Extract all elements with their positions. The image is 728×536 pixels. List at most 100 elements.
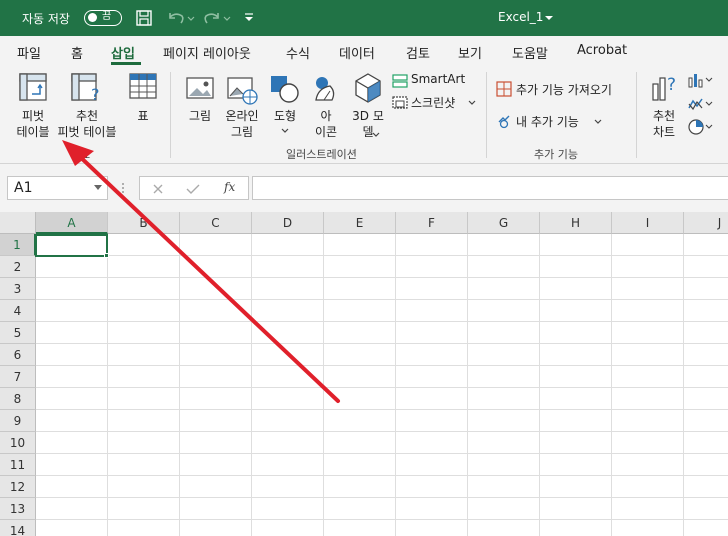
column-header-e[interactable]: E: [324, 212, 396, 234]
row-header-12[interactable]: 12: [0, 476, 36, 498]
column-header-d[interactable]: D: [252, 212, 324, 234]
smartart-label: SmartArt: [411, 72, 466, 86]
redo-icon[interactable]: [202, 10, 232, 26]
row-header-10[interactable]: 10: [0, 432, 36, 454]
title-dropdown-icon[interactable]: [544, 14, 554, 22]
column-header-b[interactable]: B: [108, 212, 180, 234]
autosave-toggle[interactable]: 끔: [84, 10, 122, 26]
tab-formulas[interactable]: 수식: [286, 43, 310, 62]
recommended-pivot-label-2: 피벗 테이블: [57, 125, 117, 139]
recommended-charts-label-1: 추천: [652, 109, 676, 123]
3d-models-button[interactable]: 3D 모 델: [346, 70, 390, 142]
row-header-3[interactable]: 3: [0, 278, 36, 300]
customize-qat-icon[interactable]: [243, 12, 255, 24]
row-header-1[interactable]: 1: [0, 234, 36, 256]
row-gridline: [36, 255, 728, 256]
recommended-pivot-button[interactable]: ? 추천 피벗 테이블: [54, 70, 120, 142]
3d-models-label-2: 델: [362, 125, 374, 139]
icons-gallery-icon: [315, 77, 335, 101]
row-header-4[interactable]: 4: [0, 300, 36, 322]
screenshot-button[interactable]: 스크린샷: [392, 94, 476, 112]
tab-view[interactable]: 보기: [458, 43, 482, 62]
name-box[interactable]: A1: [7, 176, 108, 200]
screenshot-label: 스크린샷: [411, 96, 456, 110]
icons-button[interactable]: 아 이콘: [306, 70, 346, 142]
column-header-c[interactable]: C: [180, 212, 252, 234]
recommended-charts-button[interactable]: ? 추천 차트: [644, 70, 684, 142]
pie-chart-icon[interactable]: [688, 118, 714, 136]
online-picture-icon: [227, 77, 258, 105]
column-header-a[interactable]: A: [36, 212, 108, 234]
column-header-i[interactable]: I: [612, 212, 684, 234]
column-gridline: [611, 234, 612, 536]
column-gridline: [251, 234, 252, 536]
get-addins-button[interactable]: 추가 기능 가져오기: [496, 80, 626, 100]
my-addins-button[interactable]: 내 추가 기능: [496, 112, 606, 132]
row-gridline: [36, 321, 728, 322]
smartart-button[interactable]: SmartArt: [392, 72, 472, 90]
formula-input[interactable]: [252, 176, 728, 200]
fill-handle[interactable]: [104, 253, 109, 258]
tab-help[interactable]: 도움말: [512, 43, 548, 62]
recommended-pivot-icon: ?: [71, 73, 100, 104]
row-header-9[interactable]: 9: [0, 410, 36, 432]
row-header-5[interactable]: 5: [0, 322, 36, 344]
column-header-j[interactable]: J: [684, 212, 728, 234]
tab-data[interactable]: 데이터: [339, 43, 375, 62]
svg-text:?: ?: [667, 75, 676, 95]
row-header-13[interactable]: 13: [0, 498, 36, 520]
3d-models-icon: [355, 73, 381, 103]
column-header-h[interactable]: H: [540, 212, 612, 234]
my-addins-label: 내 추가 기능: [516, 115, 579, 129]
tab-acrobat[interactable]: Acrobat: [577, 43, 627, 58]
row-header-6[interactable]: 6: [0, 344, 36, 366]
worksheet-grid[interactable]: ABCDEFGHIJ 1 2 3 4 5 6 7 8 9 10 11 12 13 14: [0, 212, 728, 536]
active-cell-a1[interactable]: [35, 234, 108, 257]
screenshot-dropdown-icon: [468, 100, 476, 105]
row-gridline: [36, 365, 728, 366]
cancel-icon[interactable]: [152, 183, 164, 195]
tab-insert[interactable]: 삽입: [111, 43, 135, 62]
insert-function-button[interactable]: fx: [224, 180, 235, 194]
ribbon-separator: [636, 72, 637, 158]
tab-page-layout[interactable]: 페이지 레이아웃: [163, 43, 251, 62]
row-header-14[interactable]: 14: [0, 520, 36, 536]
pivot-table-label-2: 테이블: [16, 125, 50, 139]
row-header-11[interactable]: 11: [0, 454, 36, 476]
row-header-7[interactable]: 7: [0, 366, 36, 388]
tab-file[interactable]: 파일: [17, 43, 41, 62]
pivot-table-label-1: 피벗: [21, 109, 45, 123]
row-gridline: [36, 299, 728, 300]
column-chart-icon[interactable]: [688, 72, 714, 88]
undo-icon[interactable]: [166, 10, 196, 26]
column-gridline: [395, 234, 396, 536]
save-icon[interactable]: [136, 10, 152, 26]
shapes-button[interactable]: 도형: [266, 70, 304, 142]
more-options-icon[interactable]: [121, 182, 125, 194]
name-box-dropdown-icon[interactable]: [94, 185, 102, 191]
column-gridline: [467, 234, 468, 536]
online-picture-button[interactable]: 온라인 그림: [220, 70, 264, 142]
pivot-table-button[interactable]: 피벗 테이블: [8, 70, 58, 142]
column-header-f[interactable]: F: [396, 212, 468, 234]
online-picture-label-2: 그림: [230, 125, 254, 139]
pivot-table-icon: [19, 73, 47, 101]
ribbon-separator: [486, 72, 487, 158]
row-header-2[interactable]: 2: [0, 256, 36, 278]
column-gridline: [539, 234, 540, 536]
row-gridline: [36, 409, 728, 410]
recommended-pivot-label-1: 추천: [75, 109, 99, 123]
table-button[interactable]: 표: [124, 70, 162, 142]
column-header-g[interactable]: G: [468, 212, 540, 234]
picture-button[interactable]: 그림: [182, 70, 218, 142]
formula-bar: A1 fx: [0, 164, 728, 212]
tab-review[interactable]: 검토: [406, 43, 430, 62]
enter-icon[interactable]: [186, 183, 200, 195]
select-all-corner[interactable]: [0, 212, 36, 234]
column-gridline: [107, 234, 108, 536]
active-tab-underline: [111, 62, 141, 65]
ribbon-separator: [170, 72, 171, 158]
line-chart-icon[interactable]: [688, 96, 714, 112]
row-header-8[interactable]: 8: [0, 388, 36, 410]
tab-home[interactable]: 홈: [71, 43, 83, 62]
